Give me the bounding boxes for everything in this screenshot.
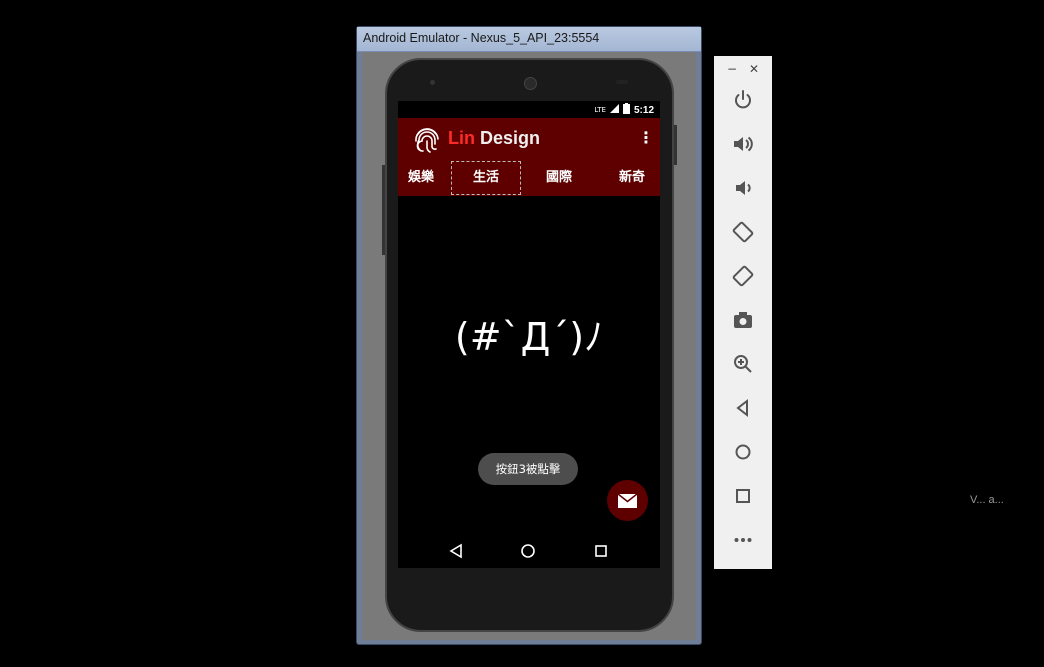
phone-side-button-right xyxy=(674,125,677,165)
window-titlebar[interactable]: Android Emulator - Nexus_5_API_23:5554 xyxy=(357,27,701,52)
nav-home-icon[interactable] xyxy=(520,543,536,559)
tab-novelty[interactable]: 新奇 xyxy=(596,160,660,196)
fingerprint-icon xyxy=(412,124,442,154)
nav-back-icon[interactable] xyxy=(448,543,464,559)
battery-icon xyxy=(622,103,630,117)
nav-overview-icon[interactable] xyxy=(593,543,609,559)
window-title: Android Emulator - Nexus_5_API_23:5554 xyxy=(363,31,600,45)
zoom-icon[interactable] xyxy=(731,352,755,376)
rotate-right-icon[interactable] xyxy=(731,264,755,288)
rotate-left-icon[interactable] xyxy=(731,220,755,244)
background-text: V... a... xyxy=(970,494,1004,506)
volume-down-icon[interactable] xyxy=(731,176,755,200)
minimize-button[interactable]: − xyxy=(727,62,737,76)
email-fab[interactable] xyxy=(607,480,648,521)
signal-icon xyxy=(609,104,619,116)
nav-bar xyxy=(398,534,660,568)
status-bar: LTE 5:12 xyxy=(398,101,660,118)
home-icon[interactable] xyxy=(731,440,755,464)
app-title: Lin Design xyxy=(448,128,541,148)
tab-international[interactable]: 國際 xyxy=(523,160,595,196)
proximity-sensor xyxy=(430,80,435,85)
power-icon[interactable] xyxy=(731,88,755,112)
phone-screen: LTE 5:12 Lin Design ⋮ 娛樂 生活 國際 新奇 (#`Д´)… xyxy=(398,101,660,568)
toast-message: 按鈕3被點擊 xyxy=(478,453,578,485)
speaker-grille xyxy=(616,80,628,84)
mail-icon xyxy=(617,493,638,512)
app-toolbar: Lin Design ⋮ 娛樂 生活 國際 新奇 xyxy=(398,118,660,196)
camera-icon[interactable] xyxy=(731,308,755,332)
emulator-toolbar: − ✕ xyxy=(714,56,772,569)
status-time: 5:12 xyxy=(633,104,654,116)
volume-up-icon[interactable] xyxy=(731,132,755,156)
network-type-label: LTE xyxy=(594,106,606,114)
front-camera xyxy=(524,77,537,90)
phone-side-button-left xyxy=(382,165,385,255)
overview-icon[interactable] xyxy=(731,484,755,508)
tab-entertainment[interactable]: 娛樂 xyxy=(398,160,434,196)
tab-strip: 娛樂 生活 國際 新奇 xyxy=(398,160,660,196)
tab-life[interactable]: 生活 xyxy=(450,160,522,196)
overflow-menu-icon[interactable]: ⋮ xyxy=(638,128,654,148)
back-icon[interactable] xyxy=(731,396,755,420)
more-icon[interactable] xyxy=(731,528,755,552)
emoticon-text: (#`Д´)ﾉ xyxy=(454,315,604,359)
close-button[interactable]: ✕ xyxy=(749,62,759,76)
